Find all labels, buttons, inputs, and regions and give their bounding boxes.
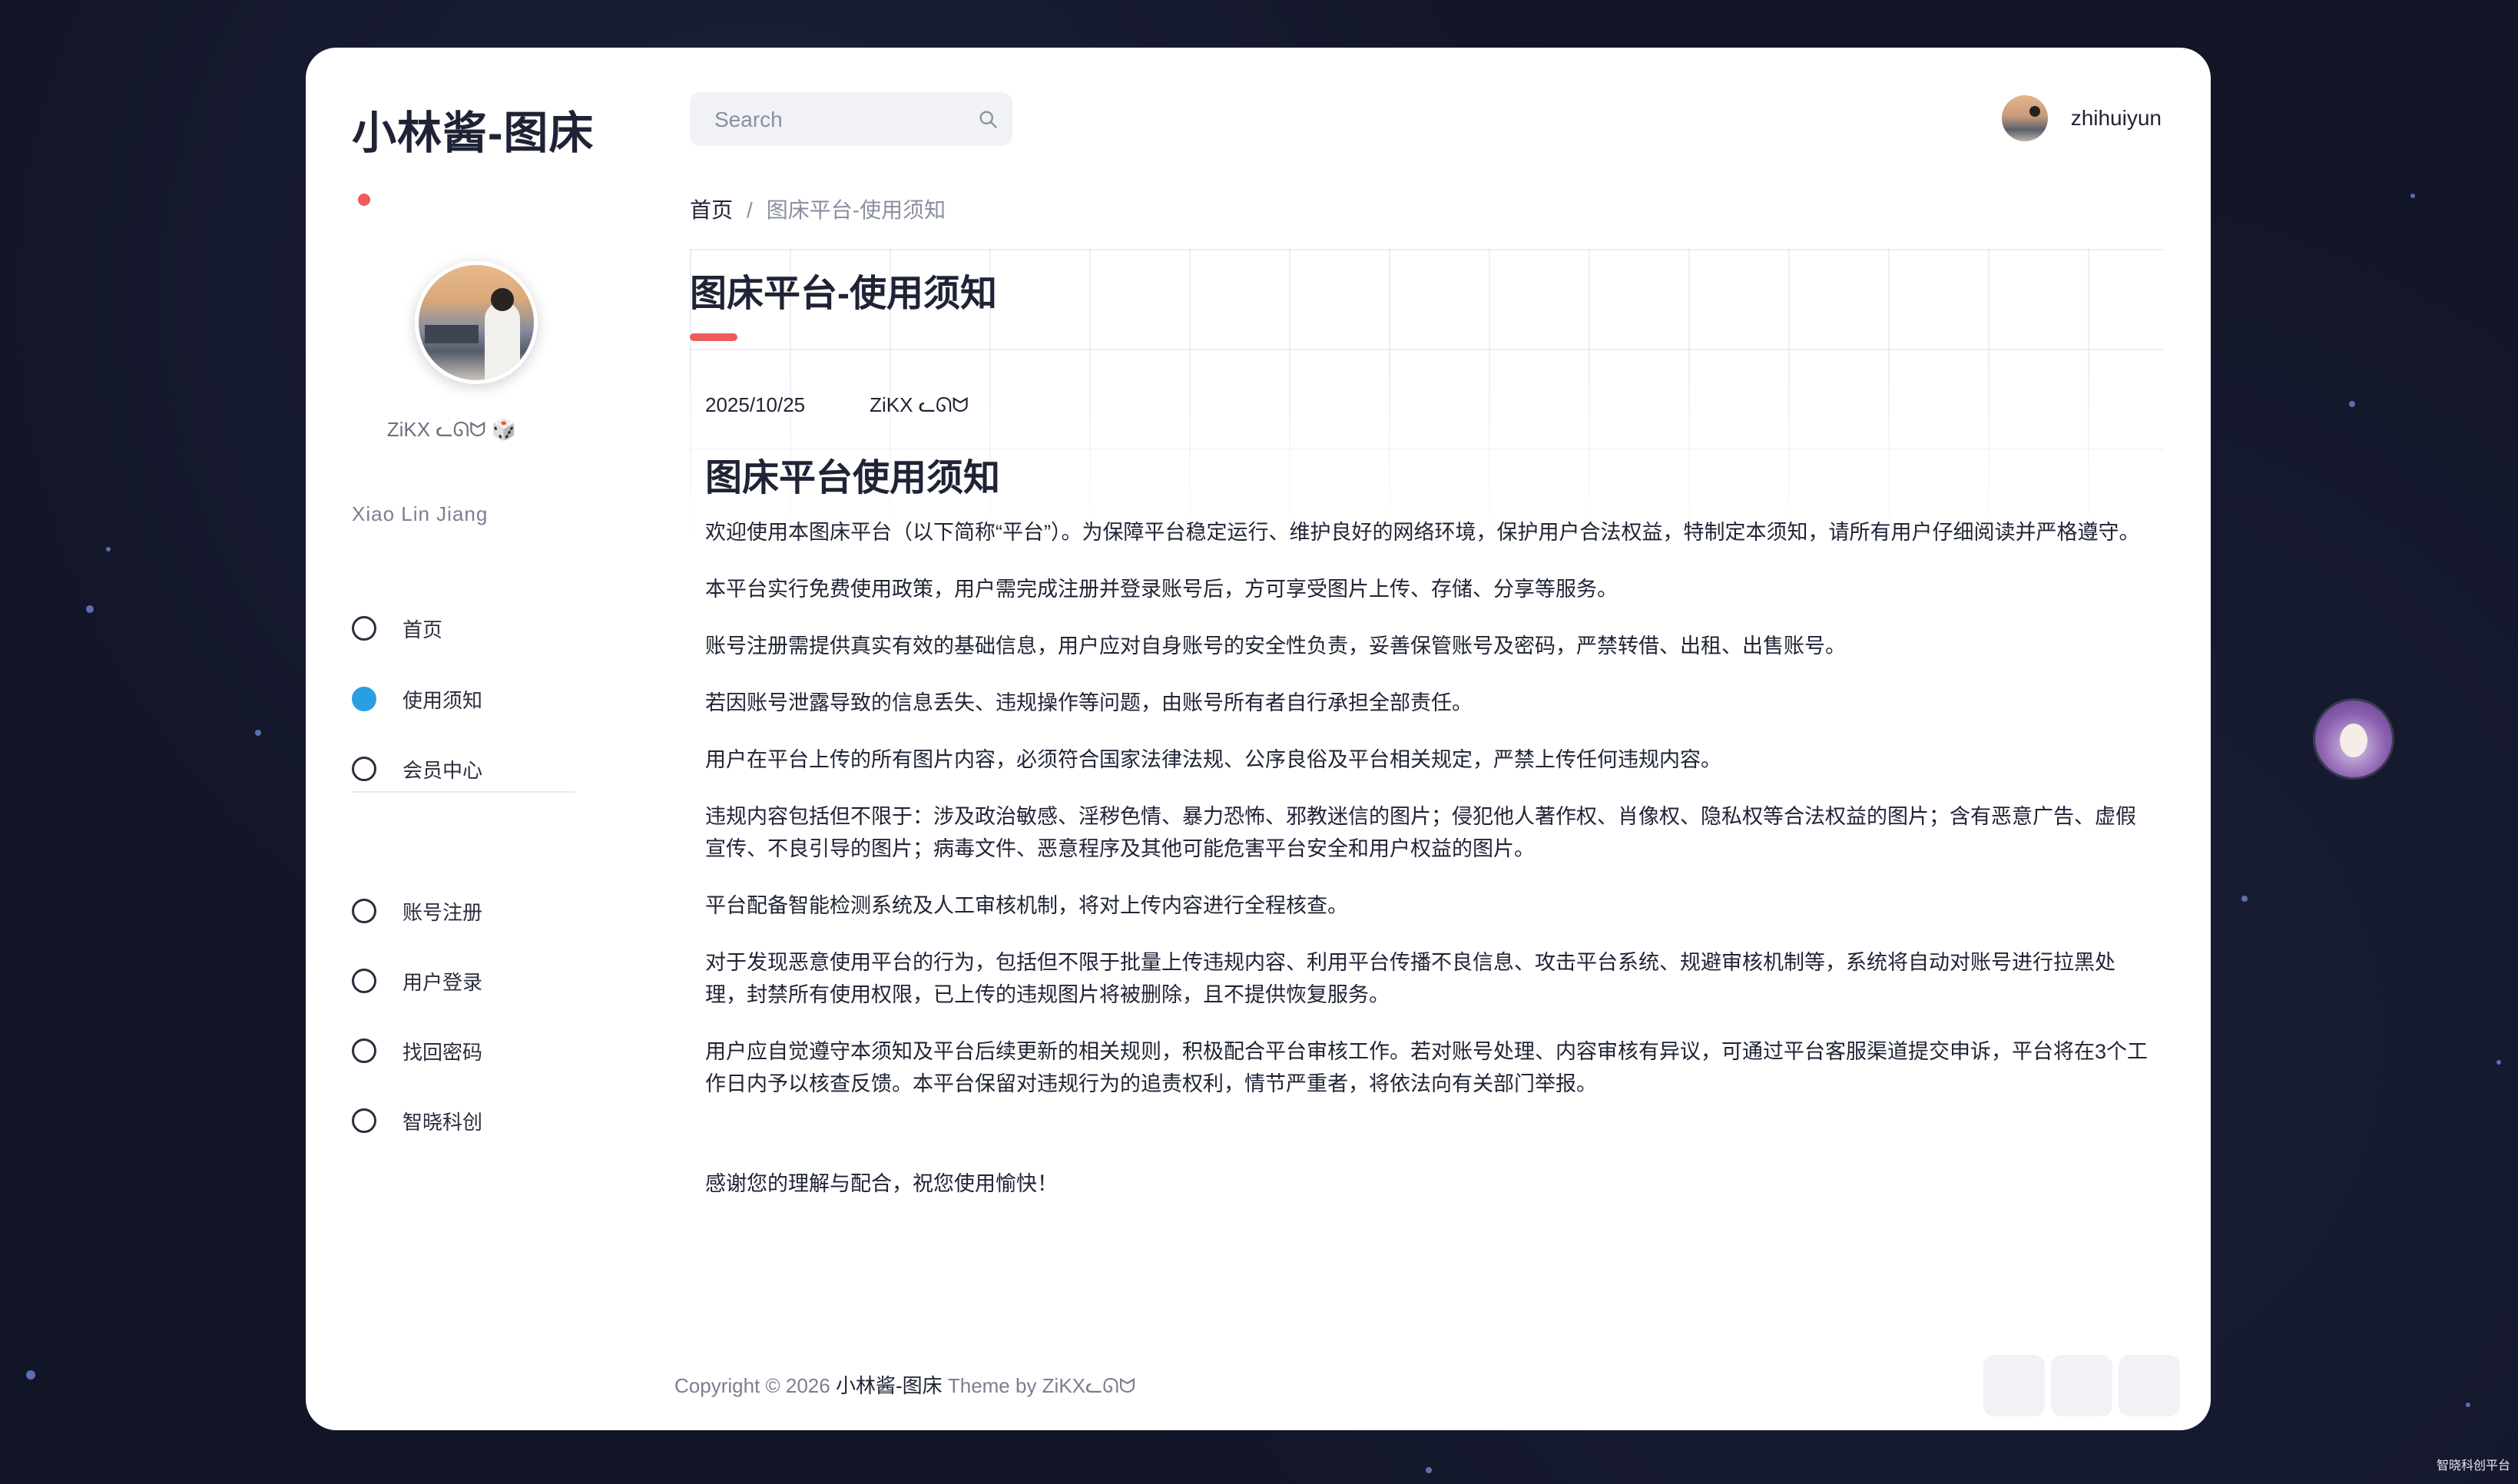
article-title: 图床平台使用须知 (705, 458, 1001, 499)
background-star (2349, 401, 2355, 407)
circle-icon (352, 1108, 376, 1133)
background-star (1426, 1467, 1432, 1473)
page-title: 图床平台-使用须知 (690, 273, 997, 314)
sidebar-item-label: 会员中心 (403, 758, 483, 782)
footer-suffix: Theme by ZiKXᓚᘏᗢ (942, 1374, 1136, 1397)
circle-icon (352, 1038, 376, 1063)
article-closing: 感谢您的理解与配合，祝您使用愉快！ (705, 1172, 1058, 1195)
corner-watermark: 智晓科创平台 (2436, 1459, 2510, 1472)
article-paragraph: 平台配备智能检测系统及人工审核机制，将对上传内容进行全程核查。 (705, 894, 1348, 917)
sidebar-item-label: 找回密码 (403, 1040, 483, 1064)
article-paragraph: 用户在平台上传的所有图片内容，必须符合国家法律法规、公序良俗及平台相关规定，严禁… (705, 748, 1721, 771)
article-body: 图床平台使用须知 欢迎使用本图床平台（以下简称“平台”）。为保障平台稳定运行、维… (705, 447, 2149, 1224)
background-star (26, 1370, 35, 1380)
breadcrumb-home-link[interactable]: 首页 (690, 198, 733, 222)
sidebar-item-label: 使用须知 (403, 688, 483, 712)
breadcrumb: 首页 / 图床平台-使用须知 (690, 194, 946, 224)
article-paragraph: 用户应自觉遵守本须知及平台后续更新的相关规则，积极配合平台审核工作。若对账号处理… (705, 1040, 2149, 1095)
sidebar-item-login[interactable]: 用户登录 (352, 964, 482, 998)
footer-button-2[interactable] (2051, 1355, 2112, 1416)
post-meta: 2025/10/25 ZiKX ᓚᘏᗢ (705, 393, 1033, 418)
article-paragraph: 账号注册需提供真实有效的基础信息，用户应对自身账号的安全性负责，妥善保管账号及密… (705, 634, 1846, 658)
circle-icon (352, 899, 376, 923)
user-name[interactable]: zhihuiyun (2071, 106, 2162, 131)
post-author[interactable]: ZiKX ᓚᘏᗢ (870, 393, 969, 416)
circle-filled-icon (352, 687, 376, 711)
sidebar-item-label: 用户登录 (403, 970, 483, 994)
sidebar-item-label: 首页 (403, 618, 443, 641)
footer-prefix: Copyright © 2026 (674, 1374, 836, 1397)
footer-button-1[interactable] (1983, 1355, 2045, 1416)
background-star (2241, 896, 2248, 902)
footer-copyright: Copyright © 2026 小林酱-图床 Theme by ZiKXᓚᘏᗢ (674, 1370, 1135, 1399)
post-date: 2025/10/25 (705, 393, 806, 416)
article-paragraph: 对于发现恶意使用平台的行为，包括但不限于批量上传违规内容、利用平台传播不良信息、… (705, 951, 2115, 1006)
circle-icon (352, 969, 376, 993)
sidebar-item-recover-password[interactable]: 找回密码 (352, 1034, 482, 1068)
search-box (690, 92, 1012, 147)
footer-button-3[interactable] (2119, 1355, 2180, 1416)
floating-mascot-avatar[interactable] (2315, 701, 2392, 777)
article-paragraph: 本平台实行免费使用政策，用户需完成注册并登录账号后，方可享受图片上传、存储、分享… (705, 578, 1618, 601)
background-star (106, 547, 111, 552)
search-icon[interactable] (977, 108, 999, 130)
background-star (2466, 1403, 2470, 1407)
user-menu[interactable]: zhihuiyun (2001, 95, 2162, 141)
sidebar-item-zhixiao[interactable]: 智晓科创 (352, 1104, 482, 1138)
sidebar-item-home[interactable]: 首页 (352, 611, 442, 645)
site-logo[interactable]: 小林酱-图床 (352, 97, 594, 161)
background-star (86, 605, 94, 613)
profile-username: ZiKX ᓚᘏᗢ 🎲 (386, 418, 517, 441)
title-underline (690, 333, 737, 341)
sidebar-item-register[interactable]: 账号注册 (352, 894, 482, 928)
sidebar-item-label: 账号注册 (403, 900, 483, 924)
user-avatar[interactable] (2001, 95, 2048, 141)
main-card: 小林酱-图床 ZiKX ᓚᘏᗢ 🎲 Xiao Lin Jiang 首页 使用须知… (306, 48, 2211, 1430)
sidebar-item-usage-notice[interactable]: 使用须知 (352, 682, 482, 716)
avatar[interactable] (415, 261, 538, 384)
sidebar-item-member-center[interactable]: 会员中心 (352, 752, 482, 786)
sidebar-divider (352, 791, 575, 793)
search-input[interactable] (713, 92, 962, 147)
breadcrumb-separator: / (747, 198, 753, 222)
circle-icon (352, 757, 376, 781)
sidebar-item-label: 智晓科创 (403, 1110, 483, 1134)
breadcrumb-current: 图床平台-使用须知 (766, 198, 946, 222)
background-star (2410, 194, 2415, 198)
status-dot (358, 194, 370, 206)
background-star (2496, 1060, 2501, 1065)
article-paragraph: 违规内容包括但不限于：涉及政治敏感、淫秽色情、暴力恐怖、邪教迷信的图片；侵犯他人… (705, 805, 2136, 860)
site-subtitle: Xiao Lin Jiang (352, 502, 489, 525)
background-star (255, 730, 261, 736)
article-paragraph: 若因账号泄露导致的信息丢失、违规操作等问题，由账号所有者自行承担全部责任。 (705, 691, 1473, 714)
circle-icon (352, 616, 376, 641)
article-paragraph: 欢迎使用本图床平台（以下简称“平台”）。为保障平台稳定运行、维护良好的网络环境，… (705, 521, 2140, 544)
sidebar: 小林酱-图床 ZiKX ᓚᘏᗢ 🎲 Xiao Lin Jiang 首页 使用须知… (306, 48, 598, 1430)
footer-brand-link[interactable]: 小林酱-图床 (836, 1374, 943, 1397)
